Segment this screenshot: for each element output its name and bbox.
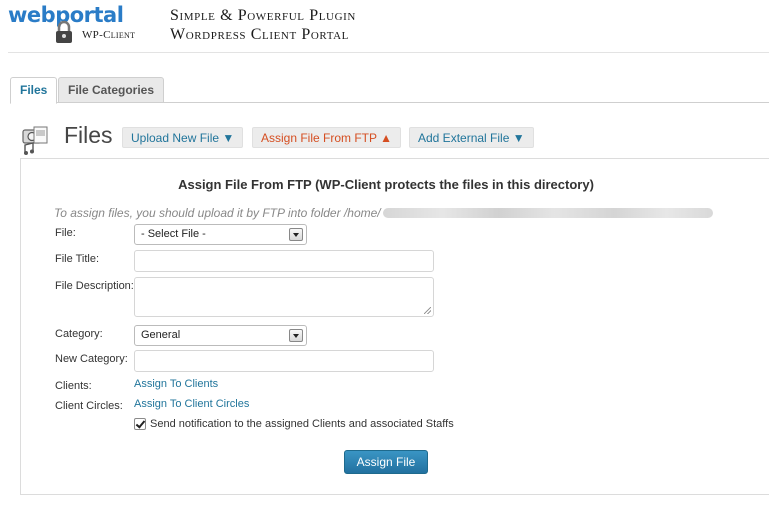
chevron-down-icon: [289, 329, 303, 342]
ftp-folder-hint: To assign files, you should upload it by…: [54, 206, 713, 220]
new-category-input[interactable]: [134, 350, 434, 372]
tagline-line-1: Simple & Powerful Plugin: [170, 7, 356, 24]
tab-file-categories[interactable]: File Categories: [58, 77, 165, 103]
file-description-textarea[interactable]: [134, 277, 434, 317]
resize-grip-icon[interactable]: [424, 307, 431, 314]
header-divider: [8, 52, 769, 53]
page-title: Files: [64, 122, 113, 148]
upload-new-file-button[interactable]: Upload New File ▼: [122, 127, 244, 148]
send-notification-label[interactable]: Send notification to the assigned Client…: [150, 418, 454, 430]
category-select-value: General: [141, 329, 181, 341]
padlock-icon: [56, 20, 72, 43]
tab-bar: Files File Categories: [10, 77, 769, 104]
redacted-folder-path: [382, 208, 713, 218]
assign-to-clients-link[interactable]: Assign To Clients: [134, 378, 218, 390]
tagline-line-2: Wordpress Client Portal: [170, 26, 349, 43]
form-heading: Assign File From FTP (WP-Client protects…: [178, 177, 594, 192]
header-tagline: Simple & Powerful Plugin Wordpress Clien…: [170, 6, 356, 44]
assign-ftp-form-panel: Assign File From FTP (WP-Client protects…: [20, 158, 769, 495]
logo-web-text: web: [8, 3, 56, 27]
clients-label: Clients:: [55, 380, 92, 392]
wp-client-logo: webportal WP-Client: [8, 2, 158, 46]
tab-files[interactable]: Files: [10, 77, 58, 104]
file-title-label: File Title:: [55, 253, 100, 265]
add-external-file-button[interactable]: Add External File ▼: [409, 127, 534, 148]
file-select[interactable]: - Select File -: [134, 224, 307, 245]
file-label: File:: [55, 227, 76, 239]
send-notification-checkbox[interactable]: [134, 418, 146, 430]
file-title-input[interactable]: [134, 250, 434, 272]
new-category-label: New Category:: [55, 353, 128, 365]
client-circles-label: Client Circles:: [55, 400, 123, 412]
files-media-icon: [22, 126, 48, 155]
logo-subtitle: WP-Client: [82, 29, 136, 41]
file-select-value: - Select File -: [141, 228, 206, 240]
category-select[interactable]: General: [134, 325, 307, 346]
file-description-label: File Description:: [55, 280, 134, 292]
assign-to-client-circles-link[interactable]: Assign To Client Circles: [134, 398, 249, 410]
assign-file-button[interactable]: Assign File: [344, 450, 428, 474]
assign-file-from-ftp-button[interactable]: Assign File From FTP ▲: [252, 127, 402, 148]
chevron-down-icon: [289, 228, 303, 241]
ftp-hint-text: To assign files, you should upload it by…: [54, 206, 381, 220]
site-header: webportal WP-Client Simple & Powerful Pl…: [0, 0, 769, 52]
category-label: Category:: [55, 328, 103, 340]
